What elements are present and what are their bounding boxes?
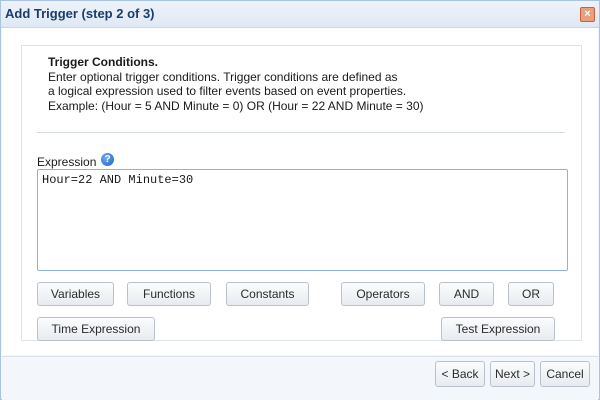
time-expression-button[interactable]: Time Expression — [37, 317, 155, 341]
constants-button[interactable]: Constants — [226, 282, 309, 306]
or-button[interactable]: OR — [508, 282, 554, 306]
add-trigger-dialog: Add Trigger (step 2 of 3) × Trigger Cond… — [0, 0, 600, 400]
instruction-example: Example: (Hour = 5 AND Minute = 0) OR (H… — [48, 98, 424, 113]
help-icon[interactable]: ? — [101, 153, 114, 166]
instruction-line-1: Enter optional trigger conditions. Trigg… — [48, 69, 398, 84]
variables-button[interactable]: Variables — [37, 282, 114, 306]
operators-button[interactable]: Operators — [341, 282, 425, 306]
dialog-content: Trigger Conditions. Enter optional trigg… — [2, 28, 598, 355]
instruction-line-2: a logical expression used to filter even… — [48, 84, 407, 98]
dialog-title: Add Trigger (step 2 of 3) — [5, 6, 155, 21]
test-expression-button[interactable]: Test Expression — [441, 317, 555, 341]
next-button[interactable]: Next > — [490, 361, 535, 387]
close-icon[interactable]: × — [580, 7, 595, 22]
dialog-footer: < Back Next > Cancel — [2, 356, 598, 400]
instructions: Trigger Conditions. Enter optional trigg… — [48, 55, 568, 113]
functions-button[interactable]: Functions — [127, 282, 211, 306]
and-button[interactable]: AND — [439, 282, 494, 306]
expression-input[interactable]: Hour=22 AND Minute=30 — [37, 169, 568, 271]
dialog-titlebar[interactable]: Add Trigger (step 2 of 3) × — [1, 1, 599, 28]
back-button[interactable]: < Back — [435, 361, 485, 387]
cancel-button[interactable]: Cancel — [540, 361, 590, 387]
expression-label: Expression — [37, 155, 97, 169]
section-heading: Trigger Conditions. — [48, 55, 158, 69]
section-divider — [37, 132, 565, 133]
trigger-conditions-panel: Trigger Conditions. Enter optional trigg… — [21, 45, 582, 341]
